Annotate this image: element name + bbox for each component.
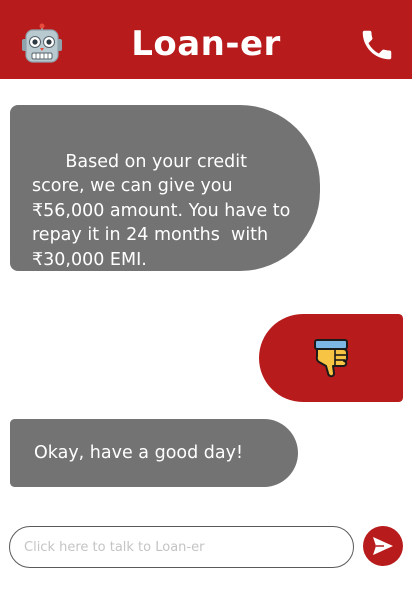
- bot-message: Okay, have a good day!: [10, 419, 298, 487]
- bot-message-text: Based on your credit score, we can give …: [32, 151, 291, 295]
- app-header: Loan-er: [0, 0, 412, 79]
- message-input[interactable]: [9, 526, 354, 568]
- user-message: [259, 314, 403, 402]
- app-title: Loan-er: [131, 24, 281, 64]
- thumbs-down-icon: [313, 338, 349, 378]
- bot-message-text: Okay, have a good day!: [34, 443, 243, 463]
- composer: [0, 509, 412, 593]
- bot-message: Based on your credit score, we can give …: [10, 105, 320, 294]
- send-icon: [373, 537, 393, 555]
- send-button[interactable]: [363, 526, 403, 566]
- chat-thread: Based on your credit score, we can give …: [0, 79, 412, 509]
- phone-icon[interactable]: [358, 26, 396, 64]
- chat-app: Loan-er Based on your credit score, we c…: [0, 0, 412, 593]
